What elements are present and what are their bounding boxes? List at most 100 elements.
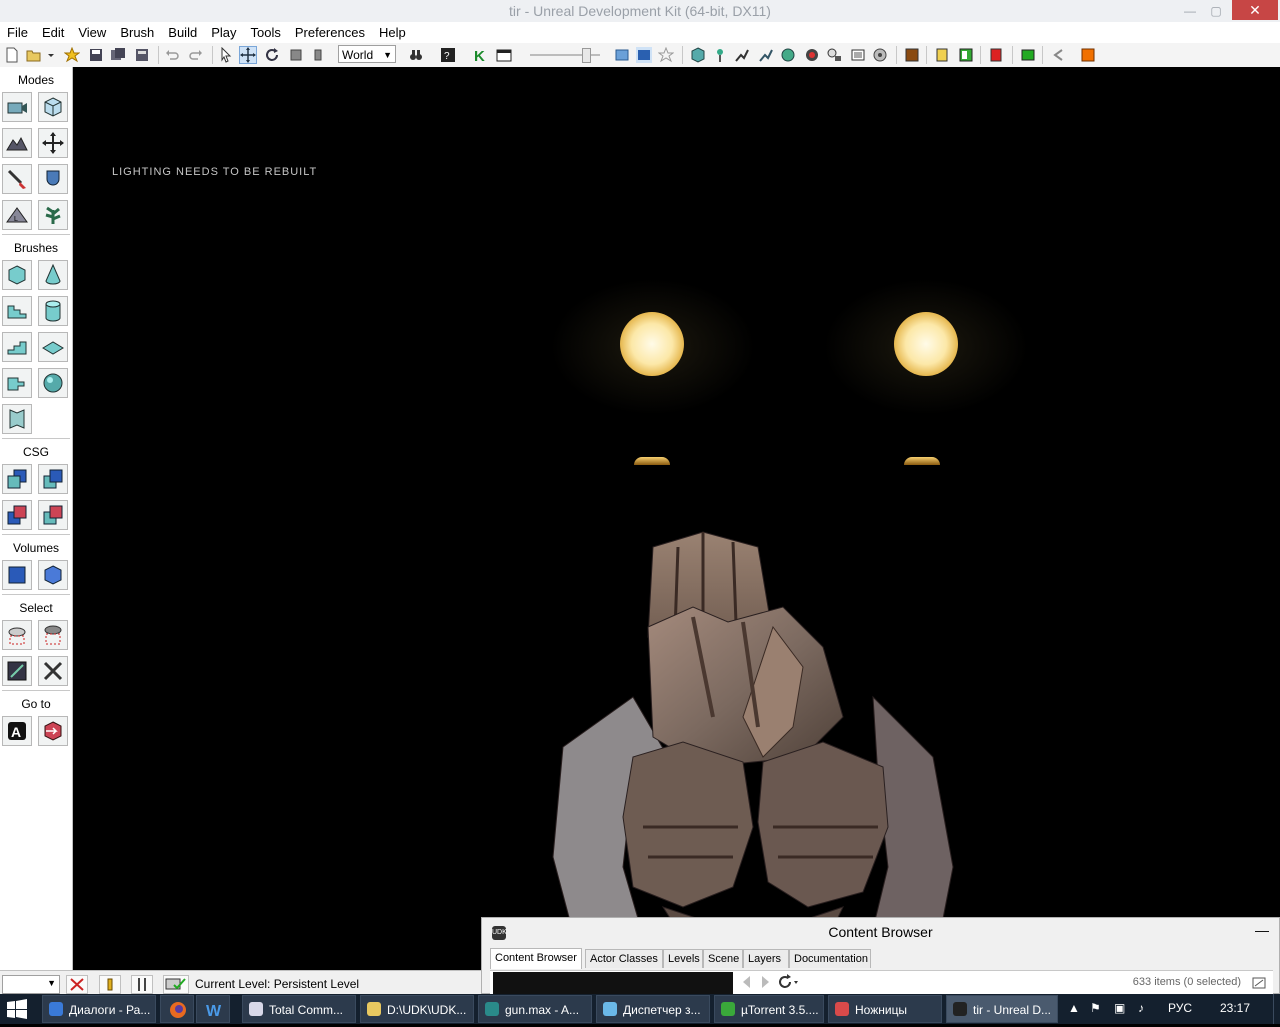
open-dropdown-icon[interactable] (46, 47, 56, 63)
menu-edit[interactable]: Edit (35, 22, 71, 40)
add-volume-3d-button[interactable] (38, 560, 68, 590)
tab-actor-classes[interactable]: Actor Classes (585, 949, 663, 968)
open-folder-icon[interactable] (26, 47, 42, 63)
sphere-brush-button[interactable] (38, 368, 68, 398)
level-status-icon[interactable] (163, 975, 189, 994)
find-binoculars-icon[interactable] (408, 47, 424, 63)
firefox-icon[interactable] (160, 995, 194, 1023)
add-volume-button[interactable] (2, 560, 32, 590)
coordinate-system-select[interactable]: World ▼ (338, 45, 396, 63)
tray-expand-icon[interactable]: ▲ (1068, 1001, 1080, 1015)
menu-file[interactable]: File (0, 22, 35, 40)
scale-nonuniform-icon[interactable] (310, 47, 326, 63)
tab-scene[interactable]: Scene (703, 949, 743, 968)
taskbar-item-task-manager[interactable]: Диспетчер з... (596, 995, 710, 1023)
maximize-button[interactable]: ▢ (1202, 0, 1230, 22)
build-all-icon[interactable] (780, 47, 796, 63)
taskbar-item-unreal[interactable]: tir - Unreal D... (946, 995, 1058, 1023)
show-selected-button[interactable] (2, 620, 32, 650)
scene-manager-icon[interactable] (934, 47, 950, 63)
kismet-icon[interactable]: K (472, 47, 488, 63)
cube-brush-button[interactable] (2, 260, 32, 290)
csg-intersect-button[interactable] (2, 500, 32, 530)
generic-browser-icon[interactable] (904, 47, 920, 63)
panel-minimize-button[interactable]: — (1255, 922, 1269, 938)
scale-icon[interactable] (288, 47, 304, 63)
volumetric-brush-button[interactable] (2, 404, 32, 434)
matinee-icon[interactable] (496, 47, 512, 63)
save-multiple-icon[interactable] (134, 47, 150, 63)
curved-stair-brush-button[interactable] (2, 296, 32, 326)
menu-view[interactable]: View (71, 22, 113, 40)
texture-mode-button[interactable] (2, 164, 32, 194)
menu-play[interactable]: Play (204, 22, 243, 40)
build-cover-icon[interactable] (758, 47, 774, 63)
taskbar-item-utorrent[interactable]: µTorrent 3.5.... (714, 995, 824, 1023)
terrain-icon[interactable] (1020, 47, 1036, 63)
grid-toggle-icon[interactable] (131, 975, 153, 994)
invert-selection-button[interactable] (38, 656, 68, 686)
save-all-icon[interactable] (110, 47, 126, 63)
network-icon[interactable]: ▣ (1114, 1001, 1125, 1015)
volume-icon[interactable]: ♪ (1138, 1001, 1144, 1015)
taskbar-item-3dsmax[interactable]: gun.max - A... (478, 995, 592, 1023)
menu-tools[interactable]: Tools (244, 22, 288, 40)
play-in-editor-icon[interactable] (804, 47, 820, 63)
clock[interactable]: 23:17 (1220, 1001, 1250, 1015)
mesh-paint-mode-button[interactable] (38, 164, 68, 194)
forward-arrow-icon[interactable] (756, 973, 776, 991)
console-icon[interactable] (850, 47, 866, 63)
close-button[interactable]: ✕ (1232, 0, 1278, 20)
unreal-script-icon[interactable]: ? (440, 47, 456, 63)
actor-classes-icon[interactable] (988, 47, 1004, 63)
camera-speed-icon[interactable] (614, 47, 630, 63)
csg-subtract-button[interactable] (38, 464, 68, 494)
linear-stair-brush-button[interactable] (2, 332, 32, 362)
action-center-icon[interactable]: ⚑ (1090, 1001, 1101, 1015)
goto-builder-brush-button[interactable] (38, 716, 68, 746)
tab-content-browser[interactable]: Content Browser (490, 948, 582, 969)
foliage-mode-button[interactable] (38, 200, 68, 230)
geometry-mode-button[interactable] (38, 92, 68, 122)
taskbar-item-udk-folder[interactable]: D:\UDK\UDK... (360, 995, 474, 1023)
cylinder-brush-button[interactable] (38, 296, 68, 326)
undo-icon[interactable] (164, 47, 180, 63)
taskbar-item-total-commander[interactable]: Total Comm... (242, 995, 356, 1023)
hide-selected-button[interactable] (38, 620, 68, 650)
lock-icon[interactable] (99, 975, 121, 994)
speed-slider-knob[interactable] (582, 48, 591, 63)
tab-documentation[interactable]: Documentation (789, 949, 871, 968)
landscape-mode-button[interactable]: L (2, 200, 32, 230)
favorites-star-icon[interactable] (64, 47, 80, 63)
menu-build[interactable]: Build (161, 22, 204, 40)
goto-actor-button[interactable]: A (2, 716, 32, 746)
build-lighting-icon[interactable] (712, 47, 728, 63)
menu-brush[interactable]: Brush (113, 22, 161, 40)
new-file-icon[interactable] (4, 47, 20, 63)
rotate-icon[interactable] (264, 47, 280, 63)
drag-grid-icon[interactable] (66, 975, 88, 994)
move-mode-button[interactable] (38, 128, 68, 158)
windows-start-icon[interactable] (6, 999, 28, 1019)
taskbar-item-dialogs[interactable]: Диалоги - Ра... (42, 995, 156, 1023)
tab-levels[interactable]: Levels (663, 949, 703, 968)
perspective-viewport[interactable]: LIGHTING NEEDS TO BE REBUILT (73, 67, 1280, 970)
tab-layers[interactable]: Layers (743, 949, 789, 968)
stop-icon[interactable] (1080, 47, 1096, 63)
word-icon[interactable]: W (196, 995, 230, 1023)
spiral-stair-brush-button[interactable] (2, 368, 32, 398)
package-tree-pane[interactable] (493, 972, 733, 994)
back-icon[interactable] (1050, 47, 1066, 63)
language-indicator[interactable]: РУС (1168, 1001, 1192, 1015)
refresh-icon[interactable] (776, 973, 800, 991)
bookmark-star-icon[interactable] (658, 47, 674, 63)
cone-brush-button[interactable] (38, 260, 68, 290)
minimize-button[interactable]: — (1176, 0, 1204, 22)
settings-gear-icon[interactable] (872, 47, 888, 63)
layer-browser-icon[interactable] (958, 47, 974, 63)
viewport-type-select[interactable]: ▼ (2, 975, 60, 994)
translate-icon[interactable] (239, 46, 257, 64)
realtime-icon[interactable] (636, 47, 652, 63)
csg-deintersect-button[interactable] (38, 500, 68, 530)
terrain-mode-button[interactable] (2, 128, 32, 158)
